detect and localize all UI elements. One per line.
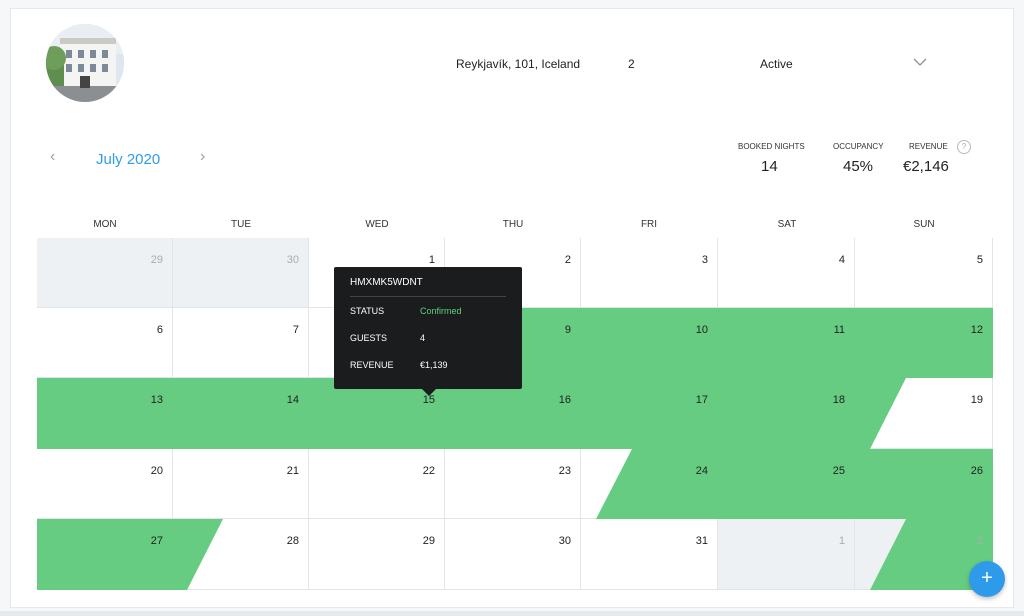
day-number: 12: [970, 324, 983, 336]
day-number: 9: [564, 324, 571, 336]
chevron-right-icon[interactable]: ›: [200, 148, 205, 166]
dow-thu: THU: [502, 219, 524, 230]
tooltip-status-row: STATUS Confirmed: [350, 306, 506, 333]
day-number: 5: [976, 254, 983, 266]
day-number: 10: [695, 324, 708, 336]
guests-value: 4: [420, 333, 426, 343]
property-address: Reykjavík, 101, Iceland: [456, 57, 581, 71]
day-cell[interactable]: 12: [855, 308, 993, 378]
day-cell[interactable]: 27: [37, 519, 173, 590]
booking-code: HMXMK5WDNT: [350, 277, 423, 288]
bottom-divider: [0, 611, 1024, 616]
day-cell[interactable]: 23: [445, 449, 581, 519]
day-cell[interactable]: 4: [718, 238, 855, 308]
day-cell[interactable]: 6: [37, 308, 173, 378]
status-value: Confirmed: [420, 306, 462, 316]
revenue-label: REVENUE: [909, 142, 948, 151]
day-number: 11: [833, 324, 845, 336]
day-cell[interactable]: 30: [173, 238, 309, 308]
day-cell[interactable]: 28: [173, 519, 309, 590]
occupancy-label: OCCUPANCY: [833, 142, 884, 151]
day-cell[interactable]: 13: [37, 378, 173, 449]
tooltip-revenue-label: REVENUE: [350, 360, 394, 370]
property-photo[interactable]: [46, 24, 124, 102]
tooltip-arrow: [422, 389, 436, 396]
day-number: 13: [150, 394, 163, 406]
day-cell[interactable]: 14: [173, 378, 309, 449]
day-number: 28: [286, 535, 299, 547]
day-number: 25: [832, 465, 845, 477]
day-number: 1: [838, 535, 845, 547]
occupancy-value: 45%: [843, 158, 874, 175]
property-units: 2: [628, 57, 635, 71]
question-mark-icon[interactable]: ?: [957, 140, 971, 154]
plus-icon: +: [981, 567, 993, 589]
tooltip-guests-row: GUESTS 4: [350, 333, 506, 360]
day-number: 23: [558, 465, 571, 477]
day-number: 30: [558, 535, 571, 547]
day-number: 17: [695, 394, 708, 406]
day-cell[interactable]: 11: [718, 308, 855, 378]
day-number: 18: [832, 394, 845, 406]
day-number: 19: [970, 394, 983, 406]
day-number: 4: [838, 254, 845, 266]
guests-label: GUESTS: [350, 333, 388, 343]
booking-tooltip: HMXMK5WDNT STATUS Confirmed GUESTS 4 REV…: [334, 267, 522, 396]
day-cell[interactable]: 31: [581, 519, 718, 590]
day-cell[interactable]: 7: [173, 308, 309, 378]
dow-fri: FRI: [640, 219, 658, 230]
day-cell[interactable]: 29: [309, 519, 445, 590]
dow-sun: SUN: [913, 219, 935, 230]
day-number: 2: [564, 254, 571, 266]
day-cell[interactable]: 1: [718, 519, 855, 590]
day-number: 24: [695, 465, 708, 477]
property-status: Active: [760, 57, 793, 71]
dow-mon: MON: [93, 219, 117, 230]
day-cell[interactable]: 20: [37, 449, 173, 519]
day-number: 16: [558, 394, 571, 406]
dow-sat: SAT: [777, 219, 797, 230]
day-number: 1: [428, 254, 435, 266]
day-cell[interactable]: 19: [855, 378, 993, 449]
day-cell[interactable]: 30: [445, 519, 581, 590]
day-number: 14: [286, 394, 299, 406]
day-cell[interactable]: 17: [581, 378, 718, 449]
tooltip-revenue-row: REVENUE €1,139: [350, 360, 506, 387]
day-cell[interactable]: 22: [309, 449, 445, 519]
tooltip-revenue-value: €1,139: [420, 360, 448, 370]
day-cell[interactable]: 24: [581, 449, 718, 519]
day-number: 29: [150, 254, 163, 266]
tooltip-divider: [350, 296, 506, 297]
day-number: 3: [701, 254, 708, 266]
day-cell[interactable]: 25: [718, 449, 855, 519]
status-label: STATUS: [350, 306, 385, 316]
day-number: 30: [286, 254, 299, 266]
day-cell[interactable]: 29: [37, 238, 173, 308]
day-cell[interactable]: 5: [855, 238, 993, 308]
day-number: 6: [156, 324, 163, 336]
day-number: 2: [976, 535, 983, 547]
booked-nights-value: 14: [761, 158, 778, 175]
chevron-left-icon[interactable]: ‹: [50, 148, 55, 166]
month-label: July 2020: [96, 151, 161, 168]
add-booking-button[interactable]: +: [969, 561, 1005, 597]
day-number: 21: [286, 465, 299, 477]
day-number: 29: [422, 535, 435, 547]
day-number: 7: [292, 324, 299, 336]
chevron-down-icon[interactable]: [912, 56, 928, 68]
day-number: 22: [422, 465, 435, 477]
day-number: 27: [150, 535, 163, 547]
day-cell[interactable]: 3: [581, 238, 718, 308]
dow-tue: TUE: [231, 219, 251, 230]
dow-wed: WED: [365, 219, 389, 230]
day-cell[interactable]: 26: [855, 449, 993, 519]
day-cell[interactable]: 21: [173, 449, 309, 519]
day-number: 26: [970, 465, 983, 477]
booked-nights-label: BOOKED NIGHTS: [738, 142, 805, 151]
day-number: 31: [695, 535, 708, 547]
day-cell[interactable]: 10: [581, 308, 718, 378]
day-number: 20: [150, 465, 163, 477]
day-cell[interactable]: 18: [718, 378, 855, 449]
revenue-value: €2,146: [903, 158, 949, 175]
